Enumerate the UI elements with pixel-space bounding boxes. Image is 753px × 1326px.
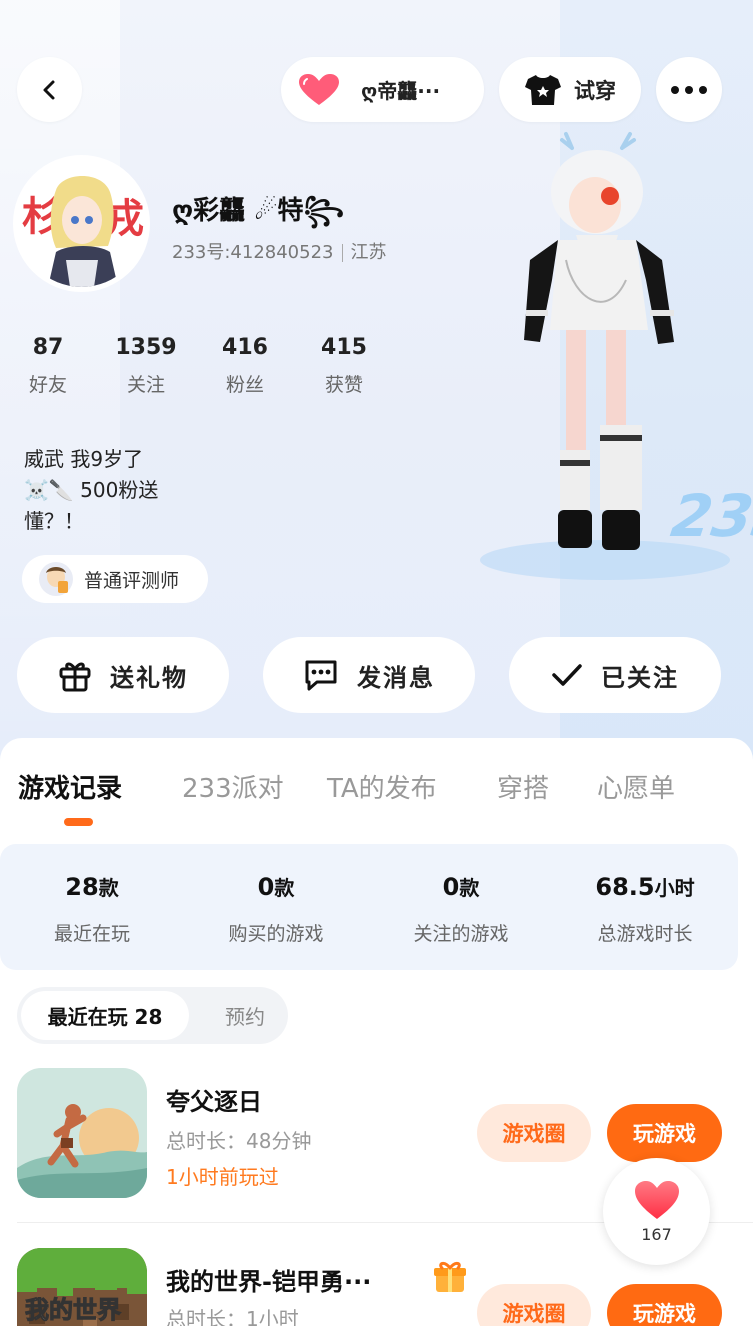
stat-friends[interactable]: 87 好友 (8, 335, 88, 397)
summary-followed-games[interactable]: 0款 关注的游戏 (371, 872, 551, 946)
send-gift-button[interactable]: 送礼物 (17, 637, 229, 713)
avatar[interactable]: 杉 戎 (13, 155, 150, 292)
summary-recent[interactable]: 28款 最近在玩 (2, 872, 182, 946)
tab-game-records[interactable]: 游戏记录 (18, 768, 122, 805)
send-message-button[interactable]: 发消息 (263, 637, 475, 713)
send-gift-label: 送礼物 (110, 663, 188, 692)
segment-reserve[interactable]: 预约 (207, 991, 283, 1040)
back-icon (43, 80, 54, 99)
stat-value: 1359 (115, 335, 177, 360)
user-id: 233号:412840523 (172, 242, 334, 263)
summary-unit: 款 (459, 876, 480, 900)
like-count: 167 (641, 1225, 672, 1244)
stat-value: 415 (321, 335, 367, 360)
kuafu-game-art (17, 1068, 147, 1198)
active-tab-indicator (64, 818, 93, 826)
more-button[interactable] (656, 57, 722, 122)
stat-label: 关注 (126, 374, 165, 396)
game-icon-minecraft[interactable]: 我的世界 (17, 1248, 147, 1326)
try-on-label: 试穿 (574, 78, 616, 103)
game-last-played: 1小时前玩过 (166, 1165, 279, 1189)
floating-like-button[interactable]: 167 (603, 1158, 710, 1265)
back-button[interactable] (17, 57, 82, 122)
tab-ta-posts[interactable]: TA的发布 (327, 768, 437, 805)
try-on-button[interactable]: 试穿 (499, 57, 641, 122)
play-game-button[interactable]: 玩游戏 (607, 1284, 722, 1326)
heart-icon (299, 73, 339, 105)
check-icon (552, 664, 582, 686)
summary-value: 0 (442, 873, 460, 901)
summary-unit: 款 (274, 876, 295, 900)
summary-value: 28 (65, 873, 99, 901)
reviewer-badge-icon (39, 562, 73, 596)
heart-icon (634, 1181, 679, 1219)
segment-recent[interactable]: 最近在玩 28 (21, 991, 189, 1040)
summary-value: 68.5 (595, 873, 655, 901)
stat-fans[interactable]: 416 粉丝 (205, 335, 285, 397)
minecraft-icon-text: 我的世界 (25, 1296, 121, 1324)
game-title[interactable]: 夸父逐日 (166, 1082, 262, 1117)
gift-box-icon[interactable] (432, 1258, 468, 1294)
game-circle-button[interactable]: 游戏圈 (477, 1284, 591, 1326)
game-total-time: 总时长：48分钟 (166, 1129, 312, 1153)
user-location: 江苏 (350, 242, 387, 263)
gift-icon (59, 662, 91, 692)
play-game-button[interactable]: 玩游戏 (607, 1104, 722, 1162)
game-title[interactable]: 我的世界-铠甲勇··· (166, 1262, 371, 1297)
message-icon (305, 660, 337, 691)
stat-label: 获赞 (324, 374, 363, 396)
game-total-time: 总时长：1小时 (166, 1307, 299, 1326)
summary-unit: 款 (98, 876, 119, 900)
user-id-line: 233号:412840523 江苏 (172, 238, 387, 264)
game-list-segmented-control: 最近在玩 28 预约 (17, 987, 288, 1044)
summary-label: 最近在玩 (53, 923, 130, 945)
stat-value: 416 (222, 335, 268, 360)
send-message-label: 发消息 (357, 663, 435, 692)
followed-button[interactable]: 已关注 (509, 637, 721, 713)
username: ღ彩龘 ☄特꧂ (172, 196, 345, 226)
stat-value: 87 (32, 335, 64, 360)
summary-label: 总游戏时长 (597, 923, 693, 945)
close-friend-pill[interactable]: ღ帝龘··· (281, 57, 484, 122)
summary-total-playtime[interactable]: 68.5小时 总游戏时长 (555, 872, 735, 946)
game-circle-button[interactable]: 游戏圈 (477, 1104, 591, 1162)
stat-likes[interactable]: 415 获赞 (304, 335, 384, 397)
more-icon (671, 85, 707, 94)
brand-233-watermark: 233 (667, 482, 753, 550)
summary-value: 0 (257, 873, 275, 901)
stat-following[interactable]: 1359 关注 (106, 335, 186, 397)
reviewer-badge-label: 普通评测师 (84, 569, 180, 592)
close-friend-name: ღ帝龘··· (361, 79, 441, 103)
game-icon-kuafu[interactable] (17, 1068, 147, 1198)
profile-bio: 威武 我9岁了 ☠️🔪 500粉送 懂？！ (24, 447, 159, 533)
minecraft-game-art: 我的世界 (17, 1248, 147, 1326)
tab-wishlist[interactable]: 心愿单 (597, 768, 675, 805)
tshirt-icon (525, 74, 561, 105)
summary-unit: 小时 (654, 876, 695, 900)
summary-label: 关注的游戏 (413, 923, 509, 945)
id-location-separator (341, 244, 343, 262)
stat-label: 粉丝 (225, 374, 264, 396)
summary-purchased[interactable]: 0款 购买的游戏 (186, 872, 366, 946)
tab-233-party[interactable]: 233派对 (182, 768, 284, 805)
avatar-image: 杉 戎 (18, 160, 145, 287)
profile-stats: 87 好友 1359 关注 416 粉丝 415 获赞 (0, 335, 420, 405)
summary-label: 购买的游戏 (228, 923, 324, 945)
followed-label: 已关注 (601, 663, 679, 692)
reviewer-badge[interactable]: 普通评测师 (22, 555, 208, 603)
stat-label: 好友 (28, 374, 67, 396)
tab-outfits[interactable]: 穿搭 (497, 768, 549, 805)
